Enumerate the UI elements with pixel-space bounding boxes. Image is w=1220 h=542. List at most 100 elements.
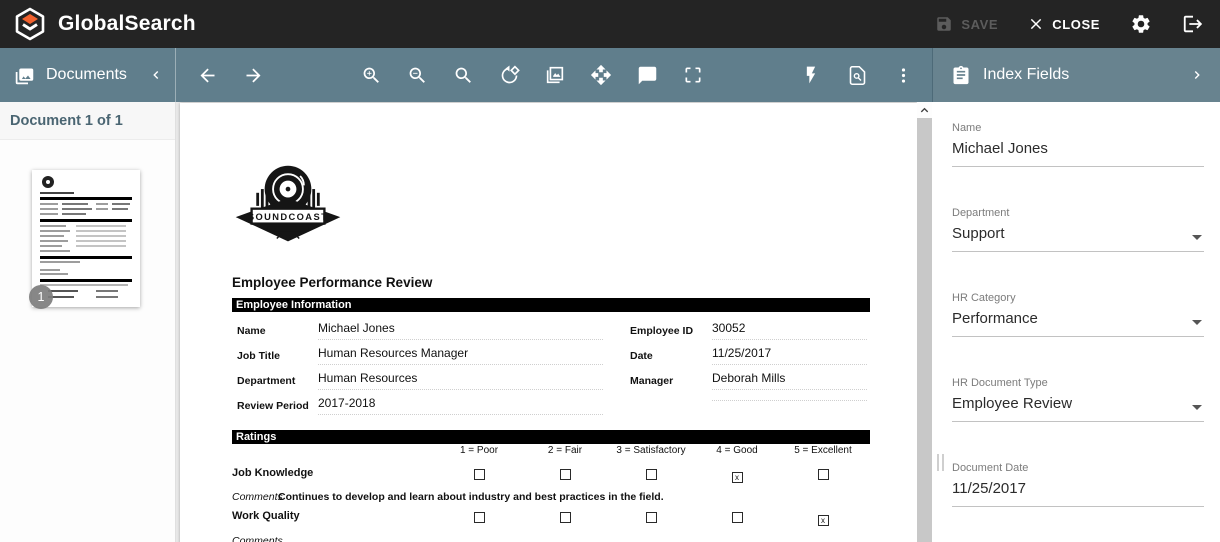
field-label: Name [952,122,1204,134]
documents-label: Documents [46,66,127,84]
comment-icon [637,65,658,86]
dropdown-arrow-icon[interactable] [1192,235,1202,240]
save-button[interactable]: SAVE [935,15,998,33]
comment-text: Continues to develop and learn about ind… [278,491,858,503]
previous-document-button[interactable] [184,53,230,97]
document-date-input[interactable]: 11/25/2017 [952,480,1204,507]
annotations-button[interactable] [624,53,670,97]
info-label: Review Period [237,400,317,412]
dropdown-arrow-icon[interactable] [1192,320,1202,325]
info-label: Department [237,375,317,387]
info-row: Job Title Human Resources Manager Date 1… [180,346,917,366]
info-label: Date [630,350,712,362]
department-dropdown[interactable]: Support [952,225,1204,252]
info-label: Name [237,325,317,337]
info-value: Human Resources [318,371,603,390]
rating-row: Work Quality x [180,510,917,526]
close-label: CLOSE [1052,17,1100,32]
dropdown-arrow-icon[interactable] [1192,405,1202,410]
info-row: Review Period 2017-2018 [180,396,917,416]
settings-button[interactable] [1130,13,1152,35]
rotate-icon [499,65,520,86]
toolbar: Documents [0,48,1220,102]
collapse-panel-icon[interactable] [1190,68,1204,82]
rating-checkbox [560,512,571,523]
field-hr-category: HR Category Performance [952,292,1204,338]
rating-scale-header: 1 = Poor 2 = Fair 3 = Satisfactory 4 = G… [180,445,917,459]
hr-document-type-dropdown[interactable]: Employee Review [952,395,1204,422]
zoom-out-icon [407,65,428,86]
quick-actions-button[interactable] [788,53,834,97]
info-value: Michael Jones [318,321,603,340]
pan-button[interactable] [578,53,624,97]
document-list-sidebar: Document 1 of 1 [0,102,176,542]
thumbnail-list: 1 [0,140,175,542]
thumbnails-icon [544,64,566,86]
zoom-in-icon [361,65,382,86]
close-button[interactable]: CLOSE [1028,16,1100,32]
rotate-button[interactable] [486,53,532,97]
next-document-button[interactable] [230,53,276,97]
rating-checkbox [474,512,485,523]
comment-row: Comments [180,535,917,542]
fullscreen-icon [683,65,703,85]
name-input[interactable]: Michael Jones [952,140,1204,167]
more-options-button[interactable] [880,53,926,97]
globalsearch-app: GlobalSearch SAVE CLOSE [0,0,1220,542]
field-label: HR Document Type [952,377,1204,389]
field-document-date: Document Date 11/25/2017 [952,462,1204,508]
close-icon [1028,16,1044,32]
kebab-menu-icon [894,66,913,85]
page-number-badge: 1 [29,285,53,309]
search-text-button[interactable] [440,53,486,97]
forward-arrow-icon [243,65,264,86]
rating-label: Work Quality [232,510,300,522]
globalsearch-logo-icon [14,7,46,41]
index-fields-icon [951,65,971,85]
document-thumbnail[interactable]: 1 [32,170,140,307]
documents-section-header[interactable]: Documents [0,48,176,102]
zoom-out-button[interactable] [394,53,440,97]
rating-checkbox [646,469,657,480]
index-fields-header: Index Fields [932,48,1220,102]
document-viewer: SOUNDCOAST Employee Performance Review E… [176,102,932,542]
documents-icon [14,65,35,86]
info-label: Job Title [237,350,317,362]
info-value: Deborah Mills [712,371,867,390]
info-label: Employee ID [630,325,712,337]
lightning-icon [801,65,821,85]
field-drag-handle[interactable] [937,454,944,471]
index-fields-panel: Name Michael Jones Department Support HR… [932,102,1220,542]
info-value [712,396,867,401]
document-page[interactable]: SOUNDCOAST Employee Performance Review E… [180,103,917,542]
rating-checkbox [732,512,743,523]
logout-button[interactable] [1182,13,1204,35]
field-hr-document-type: HR Document Type Employee Review [952,377,1204,423]
back-arrow-icon [197,65,218,86]
logout-icon [1182,13,1204,35]
chevron-up-icon [919,105,930,116]
hr-category-dropdown[interactable]: Performance [952,310,1204,337]
rating-label: Job Knowledge [232,467,313,479]
scroll-up-button[interactable] [917,102,932,118]
info-value: 2017-2018 [318,396,603,415]
field-department: Department Support [952,207,1204,253]
scale-label: 4 = Good [694,445,780,456]
collapse-sidebar-icon[interactable] [149,68,163,82]
rating-row: Job Knowledge x [180,467,917,483]
zoom-in-button[interactable] [348,53,394,97]
rating-checkbox: x [818,515,829,526]
document-search-icon [847,65,868,86]
info-value: 11/25/2017 [712,346,867,365]
fullscreen-button[interactable] [670,53,716,97]
viewer-scrollbar [917,102,932,542]
document-title: Employee Performance Review [232,275,432,290]
document-preview-button[interactable] [834,53,880,97]
field-label: Document Date [952,462,1204,474]
scale-label: 2 = Fair [522,445,608,456]
thumbnails-view-button[interactable] [532,53,578,97]
scrollbar-thumb[interactable] [917,118,932,542]
field-name: Name Michael Jones [952,122,1204,168]
rating-checkbox [818,469,829,480]
scale-label: 5 = Excellent [780,445,866,456]
